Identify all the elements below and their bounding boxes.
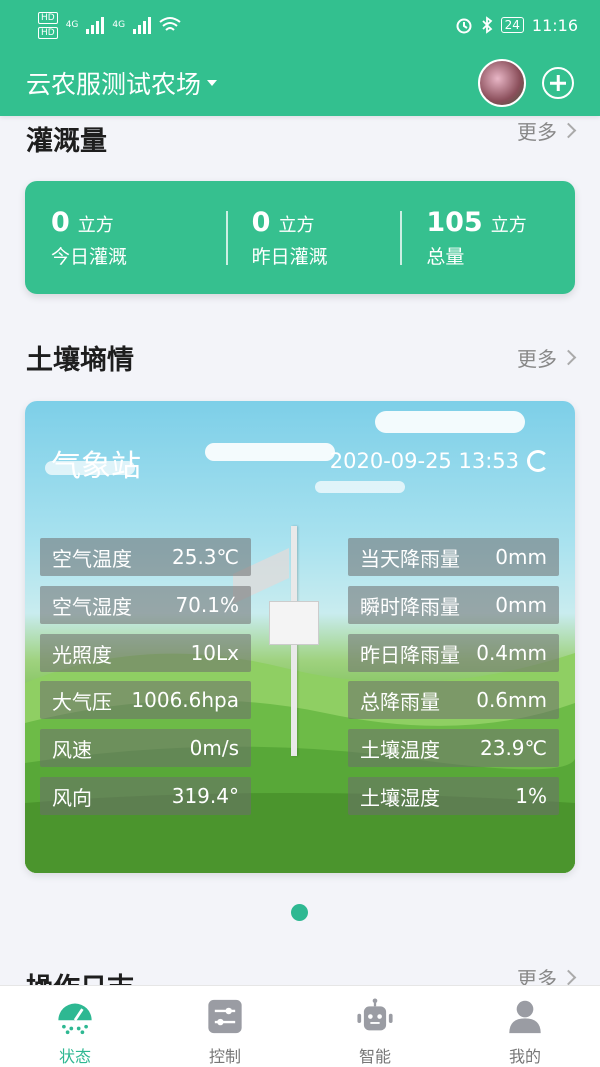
nav-control[interactable]: 控制: [150, 986, 300, 1067]
battery-indicator: 24: [500, 17, 524, 33]
signal-icon: [86, 16, 105, 34]
nav-label: 智能: [358, 1047, 391, 1066]
reading-pressure: 大气压 1006.6hpa: [40, 681, 251, 719]
irrigation-more-link[interactable]: 更多: [517, 116, 577, 145]
network-type: 4G: [65, 20, 79, 30]
irrigation-label: 今日灌溉: [51, 245, 128, 268]
cloud-decoration: [375, 411, 525, 433]
reading-rain-yesterday: 昨日降雨量 0.4mm: [348, 634, 559, 672]
status-right: 24 11:16: [455, 16, 578, 35]
irrigation-card: 0 立方 今日灌溉 0 立方 昨日灌溉 105 立方 总量: [25, 181, 575, 294]
sliders-icon: [208, 999, 242, 1034]
hd-badge: HD: [38, 11, 58, 24]
bluetooth-icon: [481, 16, 492, 34]
cloud-decoration: [315, 481, 405, 493]
nav-status[interactable]: 状态: [0, 986, 150, 1067]
nav-label: 状态: [58, 1047, 91, 1066]
robot-icon: [357, 998, 393, 1031]
chevron-right-icon: [560, 969, 577, 986]
network-type: 4G: [112, 20, 126, 30]
gauge-icon: [58, 1003, 92, 1035]
title-bar: 云农服测试农场: [0, 50, 600, 116]
status-left: HD HD 4G 4G: [38, 11, 181, 39]
irrigation-value: 0 立方: [251, 206, 315, 238]
timestamp-text: 2020-09-25 13:53: [329, 449, 519, 473]
carousel-indicator[interactable]: [291, 904, 308, 921]
irrigation-title: 灌溉量: [26, 126, 107, 157]
reading-rain-today: 当天降雨量 0mm: [348, 538, 559, 576]
add-icon[interactable]: [542, 67, 574, 99]
station-box: [269, 601, 319, 645]
hd-badge: HD: [38, 26, 58, 39]
refresh-icon[interactable]: [527, 450, 549, 472]
avatar[interactable]: [478, 59, 526, 107]
signal-icon: [133, 16, 152, 34]
app-header: HD HD 4G 4G 24 11:16 云农服测试农场: [0, 0, 600, 116]
chevron-right-icon: [560, 122, 577, 139]
irrigation-value: 0 立方: [51, 206, 114, 238]
more-label: 更多: [517, 347, 557, 371]
more-label: 更多: [517, 120, 557, 144]
reading-wind-direction: 风向 319.4°: [40, 777, 251, 815]
nav-smart[interactable]: 智能: [300, 986, 450, 1067]
reading-rain-instant: 瞬时降雨量 0mm: [348, 586, 559, 624]
hd-badges: HD HD: [38, 11, 58, 39]
reading-illuminance: 光照度 10Lx: [40, 634, 251, 672]
caret-down-icon: [207, 80, 218, 86]
chevron-right-icon: [560, 349, 577, 366]
irrigation-label: 总量: [426, 245, 465, 268]
irrigation-label: 昨日灌溉: [251, 245, 328, 268]
irrigation-value: 105 立方: [426, 206, 527, 238]
reading-wind-speed: 风速 0m/s: [40, 729, 251, 767]
alarm-icon: [456, 18, 472, 34]
irrigation-today: 0 立方 今日灌溉: [25, 207, 226, 269]
reading-air-humidity: 空气湿度 70.1%: [40, 586, 251, 624]
station-timestamp: 2020-09-25 13:53: [330, 449, 549, 473]
nav-label: 控制: [208, 1047, 241, 1066]
reading-air-temp: 空气温度 25.3℃: [40, 538, 251, 576]
farm-name: 云农服测试农场: [26, 70, 202, 99]
soil-more-link[interactable]: 更多: [517, 343, 577, 372]
header-actions: [478, 59, 574, 107]
station-name: 气象站: [51, 449, 141, 484]
weather-station-card[interactable]: 气象站 2020-09-25 13:53 空气温度 25.3℃ 空气湿度 70.1%…: [25, 401, 575, 873]
nav-mine[interactable]: 我的: [450, 986, 600, 1067]
farm-selector[interactable]: 云农服测试农场: [26, 65, 218, 101]
person-icon: [509, 1000, 541, 1034]
clock: 11:16: [531, 15, 578, 35]
irrigation-yesterday: 0 立方 昨日灌溉: [225, 206, 401, 269]
soil-title: 土壤墒情: [26, 345, 134, 376]
irrigation-total: 105 立方 总量: [400, 207, 575, 269]
nav-label: 我的: [508, 1047, 541, 1066]
reading-soil-temp: 土壤温度 23.9℃: [348, 729, 559, 767]
bottom-nav: 状态 控制 智能 我的: [0, 985, 600, 1067]
reading-rain-total: 总降雨量 0.6mm: [348, 681, 559, 719]
status-bar: HD HD 4G 4G 24 11:16: [0, 0, 600, 50]
cloud-decoration: [205, 443, 335, 461]
reading-soil-humidity: 土壤湿度 1%: [348, 777, 559, 815]
wifi-icon: [159, 17, 181, 31]
